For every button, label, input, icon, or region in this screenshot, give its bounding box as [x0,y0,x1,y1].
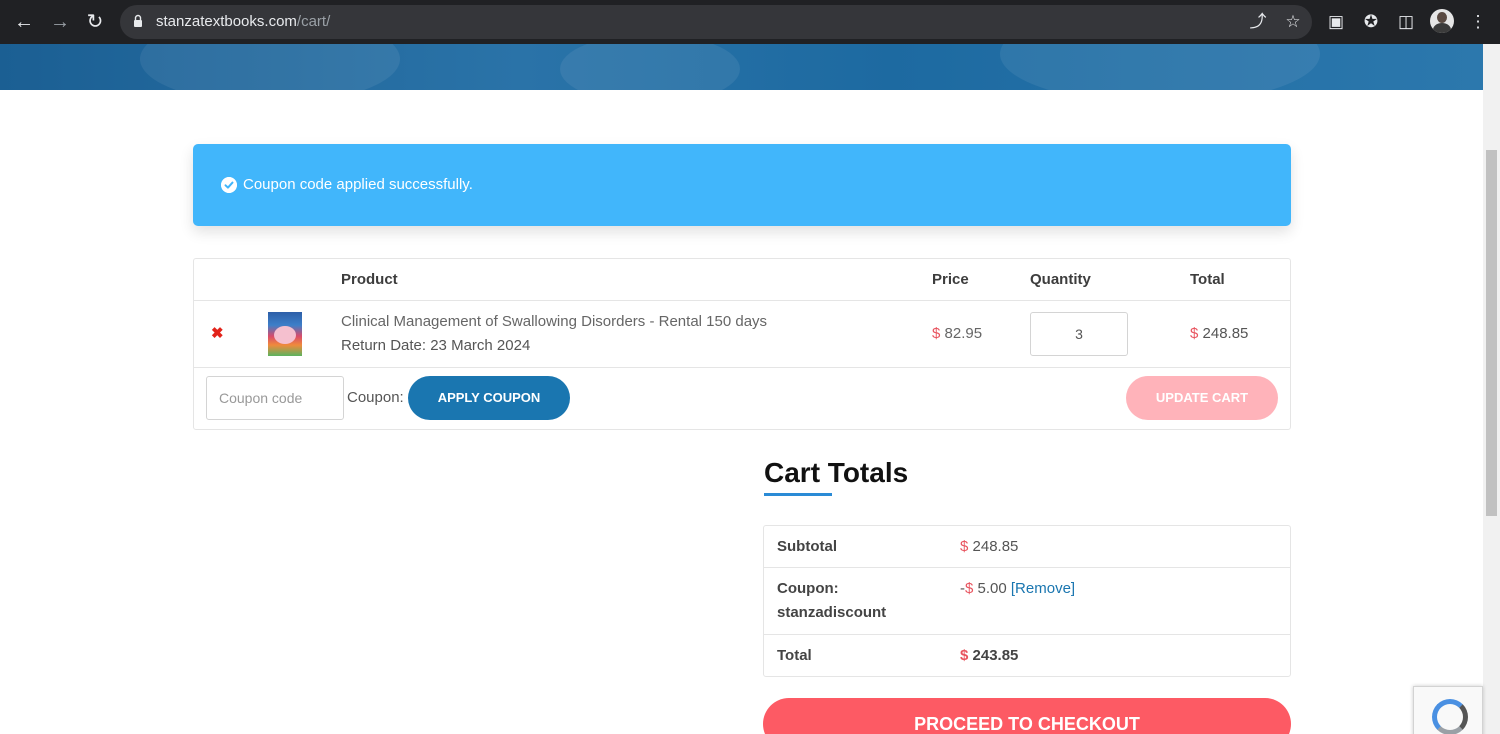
remove-coupon-link[interactable]: [Remove] [1011,580,1075,597]
subtotal-row: Subtotal $ 248.85 [764,526,1290,568]
lock-icon [134,14,142,27]
header-total: Total [1190,271,1225,288]
item-price-value: 82.95 [944,325,983,342]
currency-symbol: $ [960,538,969,555]
currency-symbol: $ [960,647,969,664]
notice-message: Coupon code applied successfully. [243,176,473,193]
extensions-puzzle-icon[interactable]: ✪ [1359,10,1383,34]
cart-table: Product Price Quantity Total ✖ Clinical … [193,258,1291,430]
browser-toolbar: ← → ↻ stanzatextbooks.com/cart/ ⤴ ☆ ▣ ✪ … [0,0,1500,44]
currency-symbol: $ [932,325,941,342]
coupon-code-name: stanzadiscount [777,604,887,621]
avatar-body-shape [1433,23,1451,33]
currency-symbol: $ [965,580,974,597]
share-icon[interactable]: ⤴ [1248,12,1268,32]
scrollbar-thumb[interactable] [1486,150,1497,516]
item-price: $ 82.95 [932,325,982,342]
cart-totals-table: Subtotal $ 248.85 Coupon: stanzadiscount… [763,525,1291,677]
media-control-icon[interactable]: ▣ [1324,10,1348,34]
page-scrollbar[interactable] [1483,44,1500,734]
title-underline [764,493,832,496]
profile-avatar[interactable] [1430,9,1454,33]
header-quantity: Quantity [1030,271,1091,288]
total-value: $ 243.85 [960,647,1018,664]
hero-decoration [560,44,740,90]
coupon-discount-value: -$ 5.00 [Remove] [960,580,1075,597]
coupon-code-input[interactable]: Coupon code [206,376,344,420]
thumbnail-artwork [274,326,296,344]
back-arrow-icon[interactable]: ← [10,8,38,36]
total-row: Total $ 243.85 [764,635,1290,676]
url-host: stanzatextbooks.com [156,13,297,30]
url-path: /cart/ [296,13,331,30]
coupon-row-label: Coupon: [777,580,839,597]
coupon-success-notice: Coupon code applied successfully. [193,144,1291,226]
cart-totals-title: Cart Totals [764,457,909,488]
side-panel-icon[interactable]: ◫ [1394,10,1418,34]
coupon-amount: 5.00 [977,580,1007,597]
return-date: Return Date: 23 March 2024 [341,337,530,354]
coupon-row: Coupon: stanzadiscount -$ 5.00 [Remove] [764,568,1290,635]
cart-actions-row: Coupon code Coupon: Apply coupon Update … [194,368,1290,429]
reload-icon[interactable]: ↻ [81,8,109,36]
menu-kebab-icon[interactable]: ⋮ [1466,10,1490,34]
hero-decoration [1000,44,1320,90]
address-bar[interactable]: stanzatextbooks.com/cart/ ⤴ ☆ [120,5,1312,39]
recaptcha-logo-icon [1432,699,1468,734]
bookmark-star-icon[interactable]: ☆ [1283,12,1303,32]
subtotal-value: $ 248.85 [960,538,1018,555]
hero-banner [0,44,1483,90]
quantity-input[interactable]: 3 [1030,312,1128,356]
cart-table-header: Product Price Quantity Total [194,259,1290,301]
update-cart-button[interactable]: Update cart [1126,376,1278,420]
coupon-label: Coupon: [347,389,404,406]
item-total-value: 248.85 [1202,325,1249,342]
avatar-head-shape [1437,12,1447,23]
recaptcha-badge[interactable] [1413,686,1483,734]
return-date-value: 23 March 2024 [430,337,531,354]
header-product: Product [341,271,398,288]
product-thumbnail[interactable] [268,312,302,356]
subtotal-label: Subtotal [777,538,837,555]
table-row: ✖ Clinical Management of Swallowing Diso… [194,301,1290,368]
proceed-to-checkout-button[interactable]: Proceed to checkout [763,698,1291,734]
apply-coupon-button[interactable]: Apply coupon [408,376,570,420]
subtotal-amount: 248.85 [972,538,1019,555]
item-total: $ 248.85 [1190,325,1248,342]
return-date-label: Return Date: [341,337,427,354]
header-price: Price [932,271,969,288]
hero-decoration [140,44,400,90]
product-name-link[interactable]: Clinical Management of Swallowing Disord… [341,313,767,330]
total-label: Total [777,647,812,664]
url-text: stanzatextbooks.com/cart/ [156,13,330,30]
total-amount: 243.85 [972,647,1019,664]
check-circle-icon [221,177,237,193]
currency-symbol: $ [1190,325,1199,342]
forward-arrow-icon[interactable]: → [46,8,74,36]
remove-item-icon[interactable]: ✖ [211,326,224,341]
